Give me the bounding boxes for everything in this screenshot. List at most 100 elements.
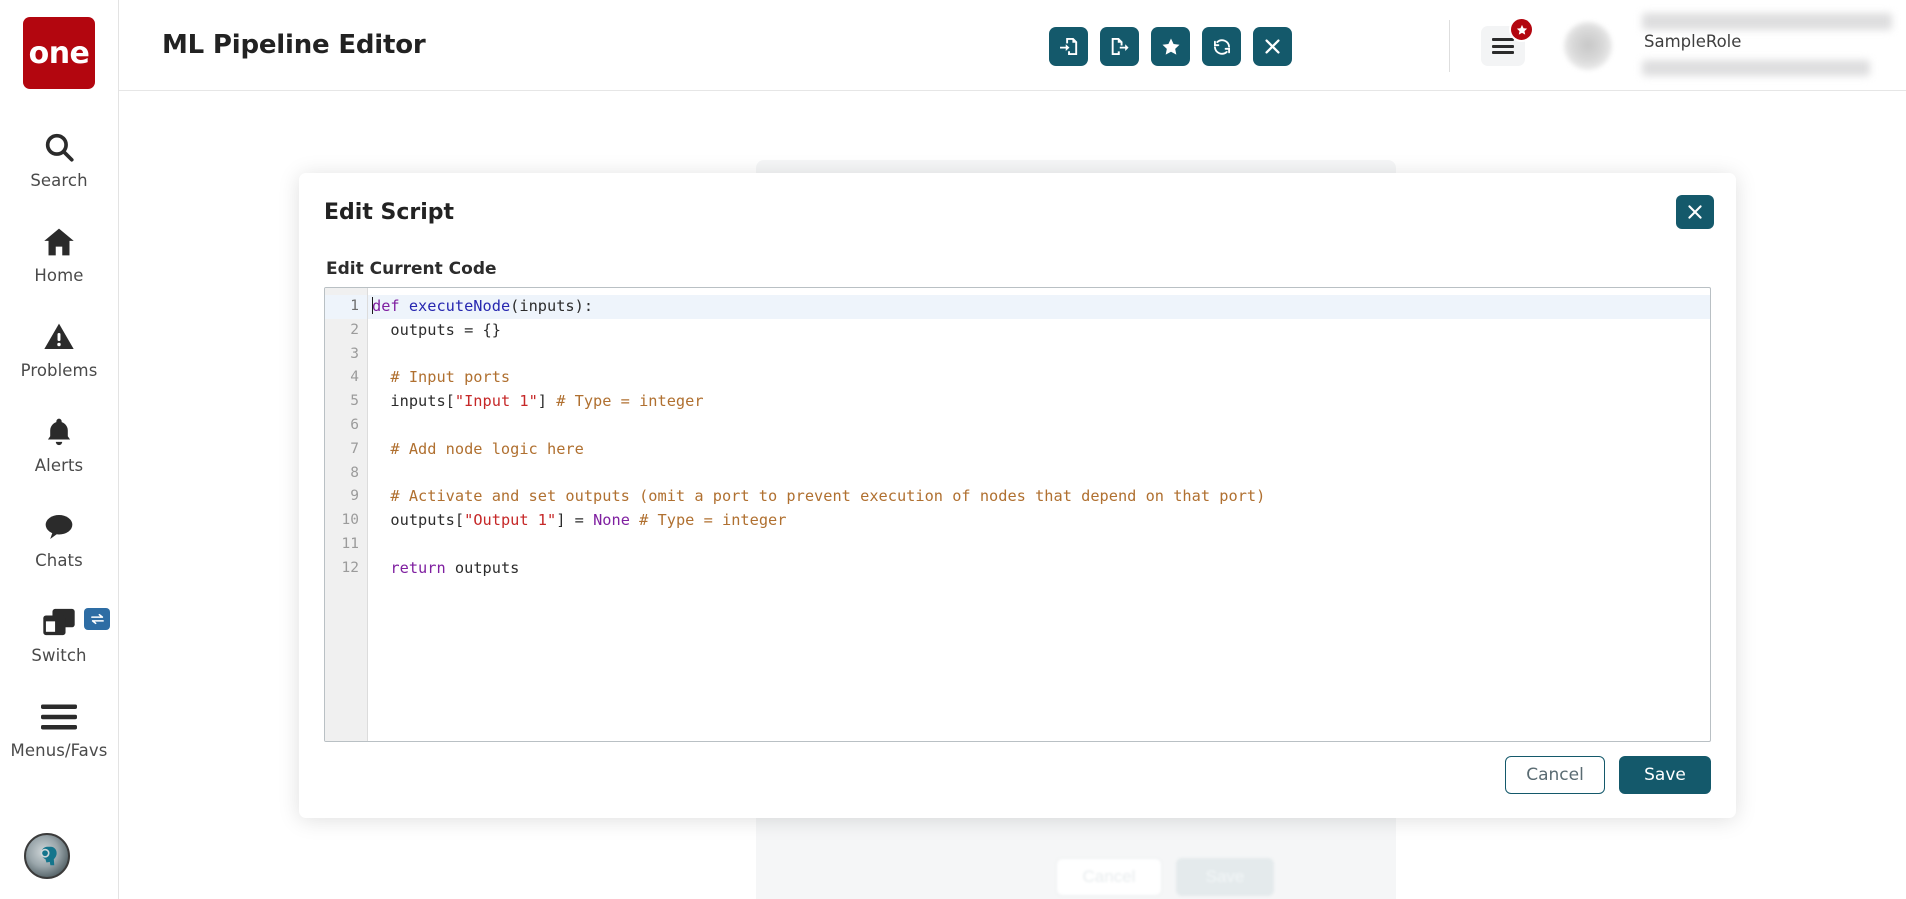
edit-current-code-label: Edit Current Code <box>326 259 497 279</box>
sidebar-item-label: Home <box>34 266 84 285</box>
line-number: 3 <box>350 345 359 362</box>
cancel-button[interactable]: Cancel <box>1505 756 1605 794</box>
app-header: ML Pipeline Editor SampleRole <box>119 0 1906 91</box>
code-line: # Activate and set outputs (omit a port … <box>368 485 1710 509</box>
line-number-gutter: 1⌄ 2 3 4 5 6 7 8 9 10 11 12 <box>325 288 377 741</box>
header-menu-wrap <box>1481 17 1534 66</box>
line-number: 7 <box>350 440 359 457</box>
sidebar-item-chats[interactable]: Chats <box>0 491 118 586</box>
code-token: "Output 1" <box>464 511 557 530</box>
code-token: inputs[ <box>372 392 455 411</box>
code-token: def <box>372 297 409 315</box>
sidebar-item-switch[interactable]: Switch <box>0 586 118 681</box>
code-token: # Add node logic here <box>372 439 584 458</box>
swap-arrows-icon[interactable] <box>84 608 110 630</box>
node-properties-footer: Cancel Save <box>1056 858 1274 896</box>
hamburger-icon <box>41 697 77 737</box>
modal-footer: Cancel Save <box>1505 756 1711 794</box>
code-token: None <box>593 511 630 530</box>
windows-stack-icon <box>42 602 76 642</box>
line-number: 4 <box>350 369 359 386</box>
header-action-toolbar <box>1049 27 1292 66</box>
code-token: outputs = {} <box>372 320 501 339</box>
sidebar-item-search[interactable]: Search <box>0 111 118 206</box>
rail-item-list: Search Home Problems Alerts Chats Switch… <box>0 111 118 776</box>
star-badge-icon <box>1509 17 1534 42</box>
code-token: # Input ports <box>372 368 511 387</box>
search-icon <box>42 127 76 167</box>
sidebar-item-home[interactable]: Home <box>0 206 118 301</box>
code-line: outputs = {} <box>368 319 1710 343</box>
code-editor[interactable]: 1⌄ 2 3 4 5 6 7 8 9 10 11 12 def executeNode(inputs)… <box>324 287 1711 742</box>
line-number: 2 <box>350 321 359 338</box>
edit-script-modal: Edit Script Edit Current Code 1⌄ 2 3 4 5 6 7 8 9… <box>299 173 1736 818</box>
code-token: outputs[ <box>372 511 465 530</box>
header-divider <box>1449 20 1450 72</box>
bell-icon <box>43 412 75 452</box>
user-detail-redacted <box>1642 60 1870 76</box>
sidebar-item-menus-favs[interactable]: Menus/Favs <box>0 681 118 776</box>
code-line: def executeNode(inputs): <box>368 295 1710 319</box>
favorite-button[interactable] <box>1151 27 1190 66</box>
code-text-area[interactable]: def executeNode(inputs): outputs = {} # … <box>368 288 1710 741</box>
line-number: 8 <box>350 464 359 481</box>
user-name-redacted <box>1642 13 1892 30</box>
export-button[interactable] <box>1100 27 1139 66</box>
code-token: executeNode <box>408 297 511 315</box>
line-number: 10 <box>341 512 359 529</box>
sidebar-item-label: Alerts <box>34 456 84 475</box>
sidebar-item-label: Problems <box>20 361 98 380</box>
line-number: 6 <box>350 416 359 433</box>
code-line: # Add node logic here <box>368 438 1710 462</box>
background-save-button: Save <box>1176 858 1274 896</box>
app-root: one Search Home Problems Alerts Chats Sw… <box>0 0 1906 899</box>
code-token: # Activate and set outputs (omit a port … <box>372 487 1266 506</box>
modal-title: Edit Script <box>324 200 455 225</box>
line-number: 9 <box>350 488 359 505</box>
code-token: ] <box>537 392 557 411</box>
sidebar-item-label: Search <box>30 171 88 190</box>
line-number: 11 <box>341 535 359 552</box>
close-x-icon[interactable] <box>1676 195 1714 229</box>
app-logo[interactable]: one <box>23 17 95 89</box>
sidebar-item-alerts[interactable]: Alerts <box>0 396 118 491</box>
user-profile-avatar-icon[interactable] <box>24 833 70 879</box>
code-token: ] = <box>556 511 594 530</box>
code-token: "Input 1" <box>454 392 538 411</box>
sidebar-item-label: Menus/Favs <box>10 741 108 760</box>
line-number: 12 <box>341 559 359 576</box>
chat-bubble-icon <box>41 507 77 547</box>
home-icon <box>41 222 77 262</box>
code-line: inputs["Input 1"] # Type = integer <box>368 390 1710 414</box>
save-button[interactable]: Save <box>1619 756 1711 794</box>
sidebar-item-problems[interactable]: Problems <box>0 301 118 396</box>
code-line: # Input ports <box>368 366 1710 390</box>
line-number: 1⌄ <box>325 295 377 319</box>
code-token: # Type = integer <box>556 392 704 411</box>
line-number: 5 <box>350 393 359 410</box>
warning-triangle-icon <box>42 317 76 357</box>
code-line: outputs["Output 1"] = None # Type = inte… <box>368 509 1710 533</box>
sidebar-item-label: Chats <box>35 551 83 570</box>
code-token: # Type = integer <box>639 511 787 530</box>
user-role-label: SampleRole <box>1644 32 1742 51</box>
refresh-button[interactable] <box>1202 27 1241 66</box>
code-line: return outputs <box>368 557 1710 581</box>
background-cancel-button: Cancel <box>1056 858 1162 896</box>
sidebar-item-label: Switch <box>31 646 87 665</box>
import-button[interactable] <box>1049 27 1088 66</box>
code-token: outputs <box>445 558 520 577</box>
code-token: (inputs): <box>510 297 594 315</box>
close-x-icon[interactable] <box>1253 27 1292 66</box>
code-token: return <box>390 558 446 577</box>
user-account-zone[interactable]: SampleRole <box>1544 0 1906 91</box>
avatar <box>1564 22 1612 70</box>
left-navigation-rail: one Search Home Problems Alerts Chats Sw… <box>0 0 119 899</box>
page-title: ML Pipeline Editor <box>162 30 426 60</box>
